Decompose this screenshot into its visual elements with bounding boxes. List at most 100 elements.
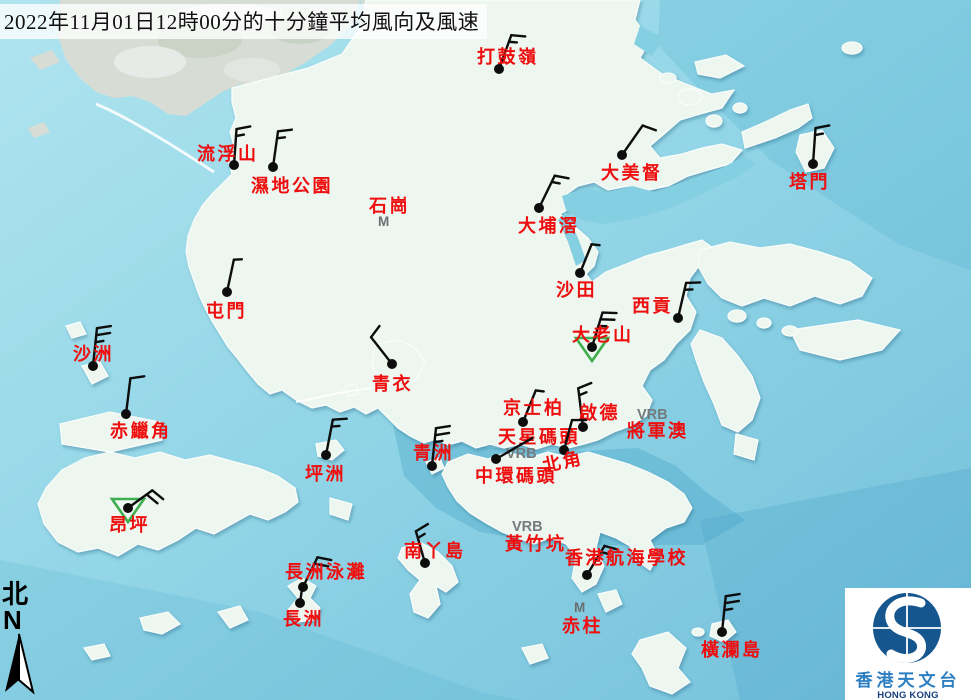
wind-barb-full (416, 524, 428, 531)
wind-barb-staff (539, 176, 555, 208)
hko-logo-english: HONG KONG OBSERVATORY (845, 690, 971, 700)
hko-logo-chinese: 香港天文台 (845, 672, 971, 690)
station-label: 打鼓嶺 (477, 46, 539, 67)
station-label: 大老山 (572, 324, 634, 345)
station-dot (123, 503, 133, 513)
map-title-band: 2022年11月01日12時00分的十分鐘平均風向及風速 (0, 4, 487, 39)
station-stanley: M赤柱 (562, 600, 603, 636)
wind-barb-half (724, 609, 732, 610)
station-waglan-island: 橫瀾島 (701, 594, 763, 660)
wind-barb-full (333, 419, 347, 420)
station-label: 北角 (540, 447, 584, 476)
wind-barb-half (536, 390, 544, 391)
station-label: 京士柏 (503, 397, 565, 418)
station-ngong-ping: 昂坪 (109, 490, 163, 535)
station-label: 坪洲 (305, 464, 346, 484)
station-dot (617, 150, 627, 160)
north-arrow-icon (2, 632, 36, 696)
station-peng-chau: 坪洲 (305, 419, 347, 484)
station-dot (808, 159, 818, 169)
station-label: 塔門 (789, 171, 830, 192)
station-dot (518, 417, 528, 427)
station-tai-mei-tuk: 大美督 (601, 126, 663, 183)
wind-station-layer: 打鼓嶺流浮山濕地公園M石崗大美督塔門大埔滘沙田西貢沙洲大老山屯門青衣赤鱲角京士柏… (0, 0, 971, 700)
vrb-indicator: VRB (512, 519, 543, 535)
wind-barb-full (237, 126, 251, 129)
station-label: 濕地公園 (251, 175, 333, 196)
wind-barb-full (130, 376, 144, 378)
wind-barb-half (552, 182, 560, 184)
station-label: 石崗 (368, 195, 410, 216)
wind-barb-full (578, 383, 591, 388)
station-dot (222, 287, 232, 297)
station-label: 青衣 (372, 373, 413, 394)
station-label: 昂坪 (109, 515, 150, 535)
compass-letter-n: N (3, 608, 42, 632)
wind-barb-full (97, 326, 111, 328)
wind-barb-half (815, 134, 823, 136)
station-green-island: 青洲 (413, 426, 454, 471)
station-label: 黃竹坑 (504, 533, 567, 554)
station-tuen-mun: 屯門 (206, 259, 247, 321)
station-label: 長洲泳灘 (285, 561, 367, 582)
station-dot (575, 268, 585, 278)
station-dot (387, 359, 397, 369)
station-label: 沙洲 (73, 344, 114, 364)
wind-barb-staff (678, 283, 686, 318)
station-label: 長洲 (283, 609, 324, 629)
station-wong-chuk-hang: VRB黃竹坑 (504, 519, 567, 554)
station-label: 屯門 (206, 300, 247, 321)
vrb-indicator: VRB (506, 446, 537, 462)
wind-barb-staff (326, 420, 333, 455)
station-dot (295, 598, 305, 608)
wind-barb-staff (722, 596, 726, 632)
station-dot (717, 627, 727, 637)
station-tsing-yi: 青衣 (371, 326, 413, 394)
map-title: 2022年11月01日12時00分的十分鐘平均風向及風速 (4, 10, 479, 34)
station-label: 赤柱 (562, 615, 603, 636)
wind-barb-full (317, 557, 331, 560)
wind-barb-full (436, 426, 450, 428)
wind-barb-full (371, 326, 379, 337)
station-dot (121, 409, 131, 419)
station-tseung-kwan-o: VRB將軍澳 (627, 407, 689, 441)
station-dot (582, 570, 592, 580)
wind-barb-half (96, 341, 104, 342)
station-wetland-park: 濕地公園 (251, 130, 333, 196)
wind-barb-staff (273, 131, 278, 167)
station-cheung-chau-beach: 長洲泳灘 (285, 557, 367, 592)
wind-barb-full (816, 125, 830, 128)
station-label: 大美督 (601, 162, 663, 183)
station-label: 將軍澳 (627, 420, 689, 441)
station-label: 流浮山 (197, 143, 259, 164)
weather-map-screenshot: 打鼓嶺流浮山濕地公園M石崗大美督塔門大埔滘沙田西貢沙洲大老山屯門青衣赤鱲角京士柏… (0, 0, 971, 700)
station-hk-sea-school: 香港航海學校 (564, 546, 688, 580)
wind-barb-staff (813, 128, 816, 164)
hko-logo-icon (845, 588, 971, 666)
station-label: 赤鱲角 (110, 420, 172, 441)
station-tai-po-kau: 大埔滘 (518, 176, 580, 236)
wind-barb-staff (126, 378, 130, 414)
station-lamma-island: 南丫島 (404, 524, 466, 568)
station-sha-chau: 沙洲 (73, 326, 114, 371)
station-dot (268, 162, 278, 172)
wind-barb-half (579, 392, 586, 395)
wind-barb-full (643, 126, 656, 131)
station-label: 南丫島 (404, 540, 466, 561)
wind-barb-full (725, 601, 739, 603)
wind-barb-half (236, 135, 244, 137)
station-label: 香港航海學校 (564, 547, 688, 568)
station-cheung-chau: 長洲 (283, 586, 324, 629)
wind-barb-half (418, 534, 425, 538)
station-label: 橫瀾島 (701, 639, 763, 660)
wind-barb-full (435, 433, 449, 435)
wind-barb-full (726, 594, 740, 596)
station-dot (534, 203, 544, 213)
station-label: 沙田 (556, 280, 597, 300)
station-dot (321, 450, 331, 460)
north-compass: 北 N (2, 582, 42, 700)
station-label: 青洲 (413, 443, 454, 463)
wind-barb-full (147, 494, 158, 503)
station-kings-park: 京士柏 (503, 390, 565, 427)
station-tates-cairn: 大老山 (572, 313, 634, 361)
